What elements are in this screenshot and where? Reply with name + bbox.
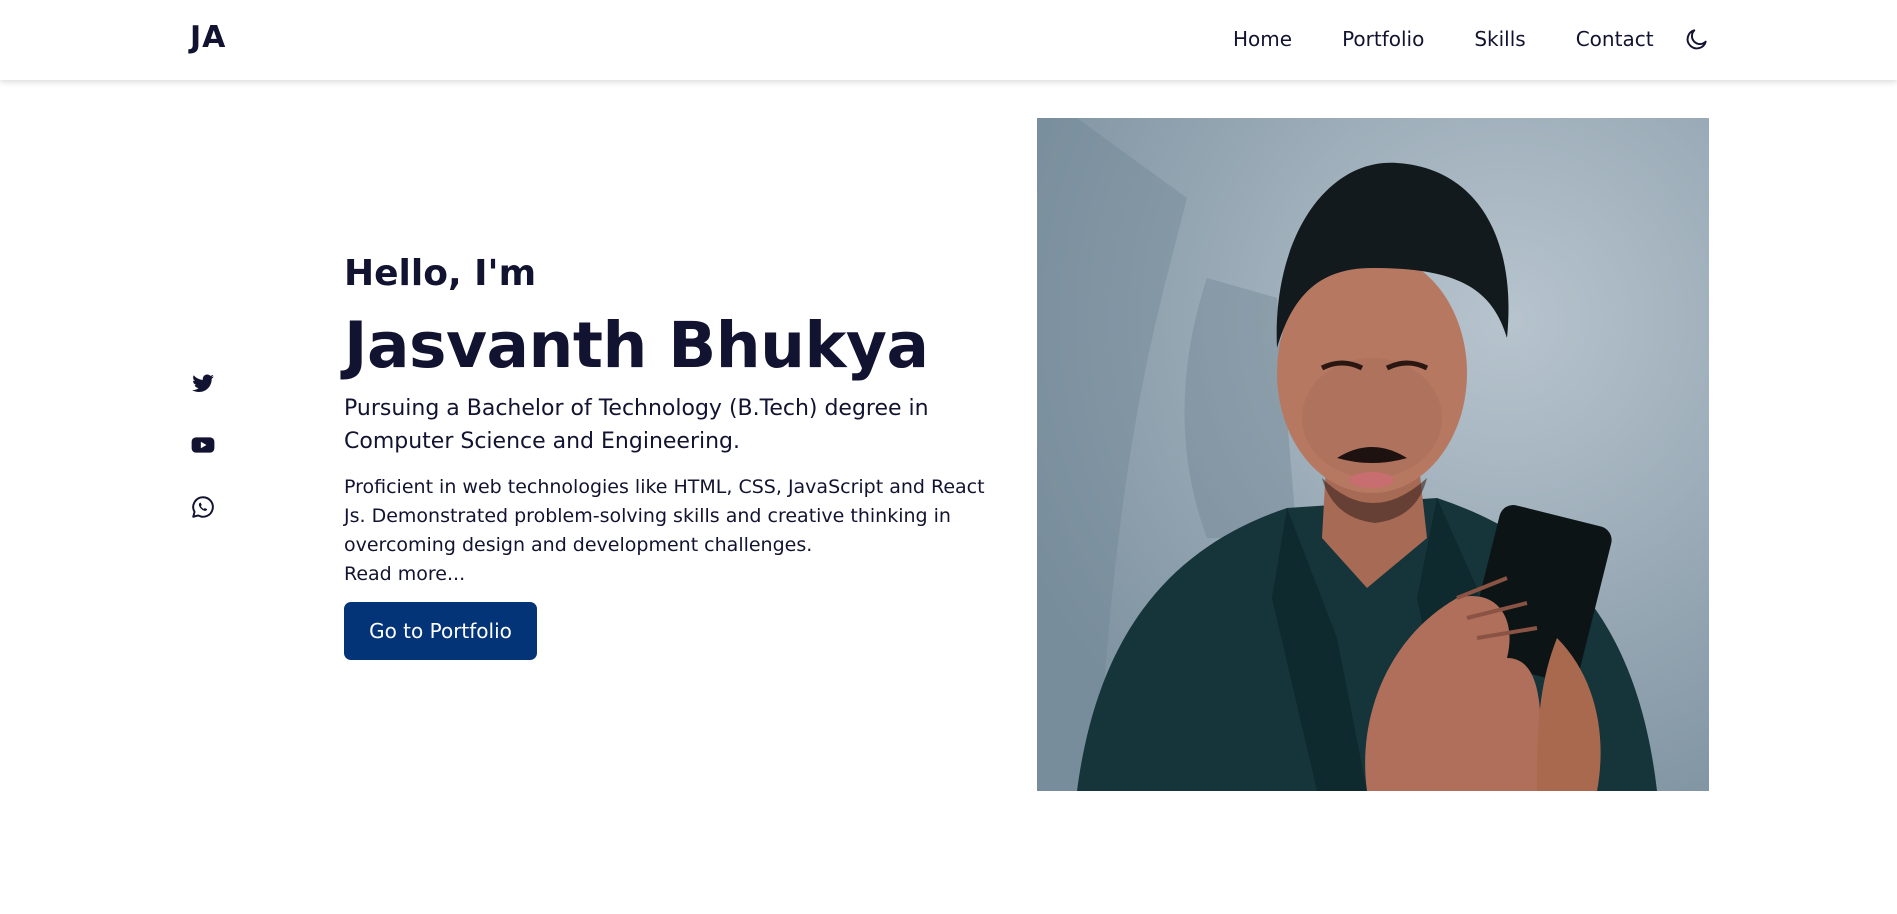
- read-more-link[interactable]: Read more...: [344, 560, 465, 589]
- site-logo[interactable]: JA: [190, 20, 226, 55]
- moon-icon[interactable]: [1682, 24, 1712, 54]
- main-nav: Home Portfolio Skills Contact: [1200, 24, 1654, 54]
- nav-contact[interactable]: Contact: [1576, 24, 1654, 54]
- hero-description: Proficient in web technologies like HTML…: [344, 476, 985, 556]
- profile-photo: [1037, 118, 1709, 791]
- top-navbar: JA Home Portfolio Skills Contact: [0, 0, 1897, 80]
- twitter-icon[interactable]: [190, 370, 220, 400]
- nav-home[interactable]: Home: [1233, 24, 1292, 54]
- whatsapp-icon[interactable]: [190, 494, 220, 524]
- hero-degree: Pursuing a Bachelor of Technology (B.Tec…: [344, 396, 929, 454]
- hero-intro: Hello, I'm Jasvanth Bhukya Pursuing a Ba…: [344, 250, 1009, 660]
- nav-portfolio[interactable]: Portfolio: [1342, 24, 1424, 54]
- youtube-icon[interactable]: [190, 432, 220, 462]
- hero-greeting: Hello, I'm: [344, 253, 537, 294]
- hero-name: Jasvanth Bhukya: [344, 309, 929, 382]
- social-links: [190, 370, 220, 556]
- go-to-portfolio-button[interactable]: Go to Portfolio: [344, 602, 537, 660]
- nav-skills[interactable]: Skills: [1474, 24, 1525, 54]
